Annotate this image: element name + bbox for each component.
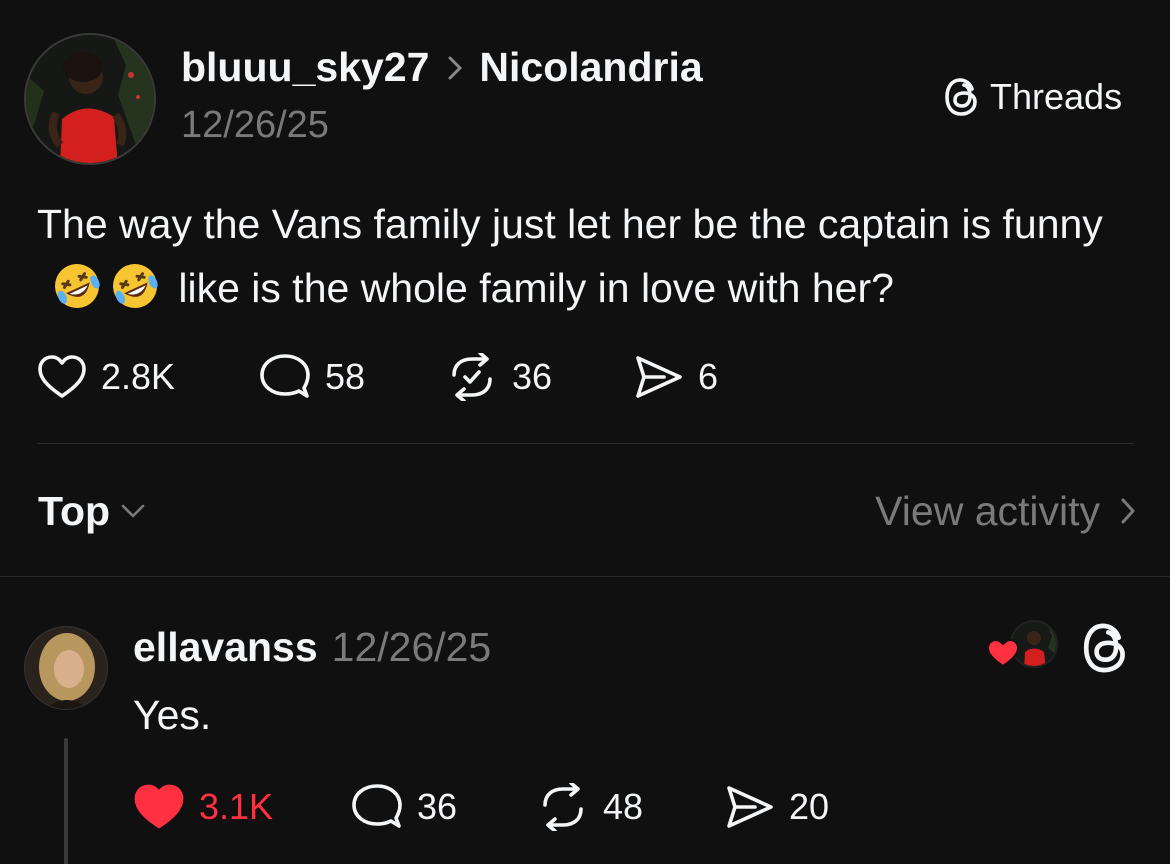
heart-icon [38,355,86,398]
chevron-down-icon [121,504,145,518]
divider [37,443,1134,444]
threads-logo-icon [945,78,977,116]
author-avatar[interactable] [24,33,156,165]
reply-button[interactable]: 36 [351,782,537,832]
author-username[interactable]: bluuu_sky27 [181,44,429,91]
comment-bubble-icon [260,354,310,398]
heart-filled-icon [134,784,184,829]
laughing-emoji-icon [113,264,158,308]
repost-icon [543,783,583,831]
reply-actions: 3.1K 36 48 20 [133,780,829,834]
repost-count: 48 [603,786,644,827]
send-icon [636,356,682,398]
sort-label: Top [38,487,111,534]
reply-body: Yes. [133,692,212,738]
liked-by-author-indicator [986,620,1058,672]
reply-date: 12/26/25 [331,623,492,670]
post-actions: 2.8K 58 36 6 [37,350,718,404]
repost-count: 36 [512,356,553,397]
comment-bubble-icon [352,784,402,828]
reply-to-username[interactable]: Nicolandria [479,44,702,91]
sort-dropdown[interactable]: Top [38,484,146,538]
repost-icon [452,353,492,401]
post-text-part1: The way the Vans family just let her be … [37,201,1103,247]
share-button[interactable]: 20 [725,784,829,830]
reply-button[interactable]: 58 [259,352,446,402]
avatar-photo [25,627,107,709]
like-button[interactable]: 2.8K [37,354,259,400]
post-header-names: bluuu_sky27 Nicolandria [181,42,703,92]
chevron-right-icon [1121,498,1135,524]
reply-username[interactable]: ellavanss [133,624,318,671]
reply-to-chevron-icon [447,44,463,91]
avatar-photo [26,35,154,163]
laughing-emoji-icon [55,264,100,308]
like-button[interactable]: 3.1K [133,783,351,831]
threads-brand-badge: Threads [944,75,1122,119]
view-activity-link[interactable]: View activity [875,484,1136,538]
reply-author-avatar[interactable] [24,626,108,710]
thread-line [64,738,68,864]
view-activity-label: View activity [875,487,1100,534]
reply-count: 36 [417,786,458,827]
threads-brand-label: Threads [990,76,1123,117]
divider [0,576,1170,577]
reply-header: ellavanss 12/26/25 [133,622,491,672]
send-icon [727,786,773,828]
reply-count: 58 [325,356,366,397]
repost-button[interactable]: 36 [446,353,634,401]
heart-icon [986,638,1020,668]
share-button[interactable]: 6 [634,354,718,400]
like-count: 2.8K [101,356,176,397]
share-count: 6 [698,356,719,397]
post-body: The way the Vans family just let her be … [37,192,1137,320]
repost-button[interactable]: 48 [537,783,725,831]
post-text-part2: like is the whole family in love with he… [167,265,894,311]
threads-logo-icon[interactable] [1082,622,1132,679]
post-date: 12/26/25 [181,104,329,146]
like-count: 3.1K [199,786,274,827]
share-count: 20 [789,786,830,827]
